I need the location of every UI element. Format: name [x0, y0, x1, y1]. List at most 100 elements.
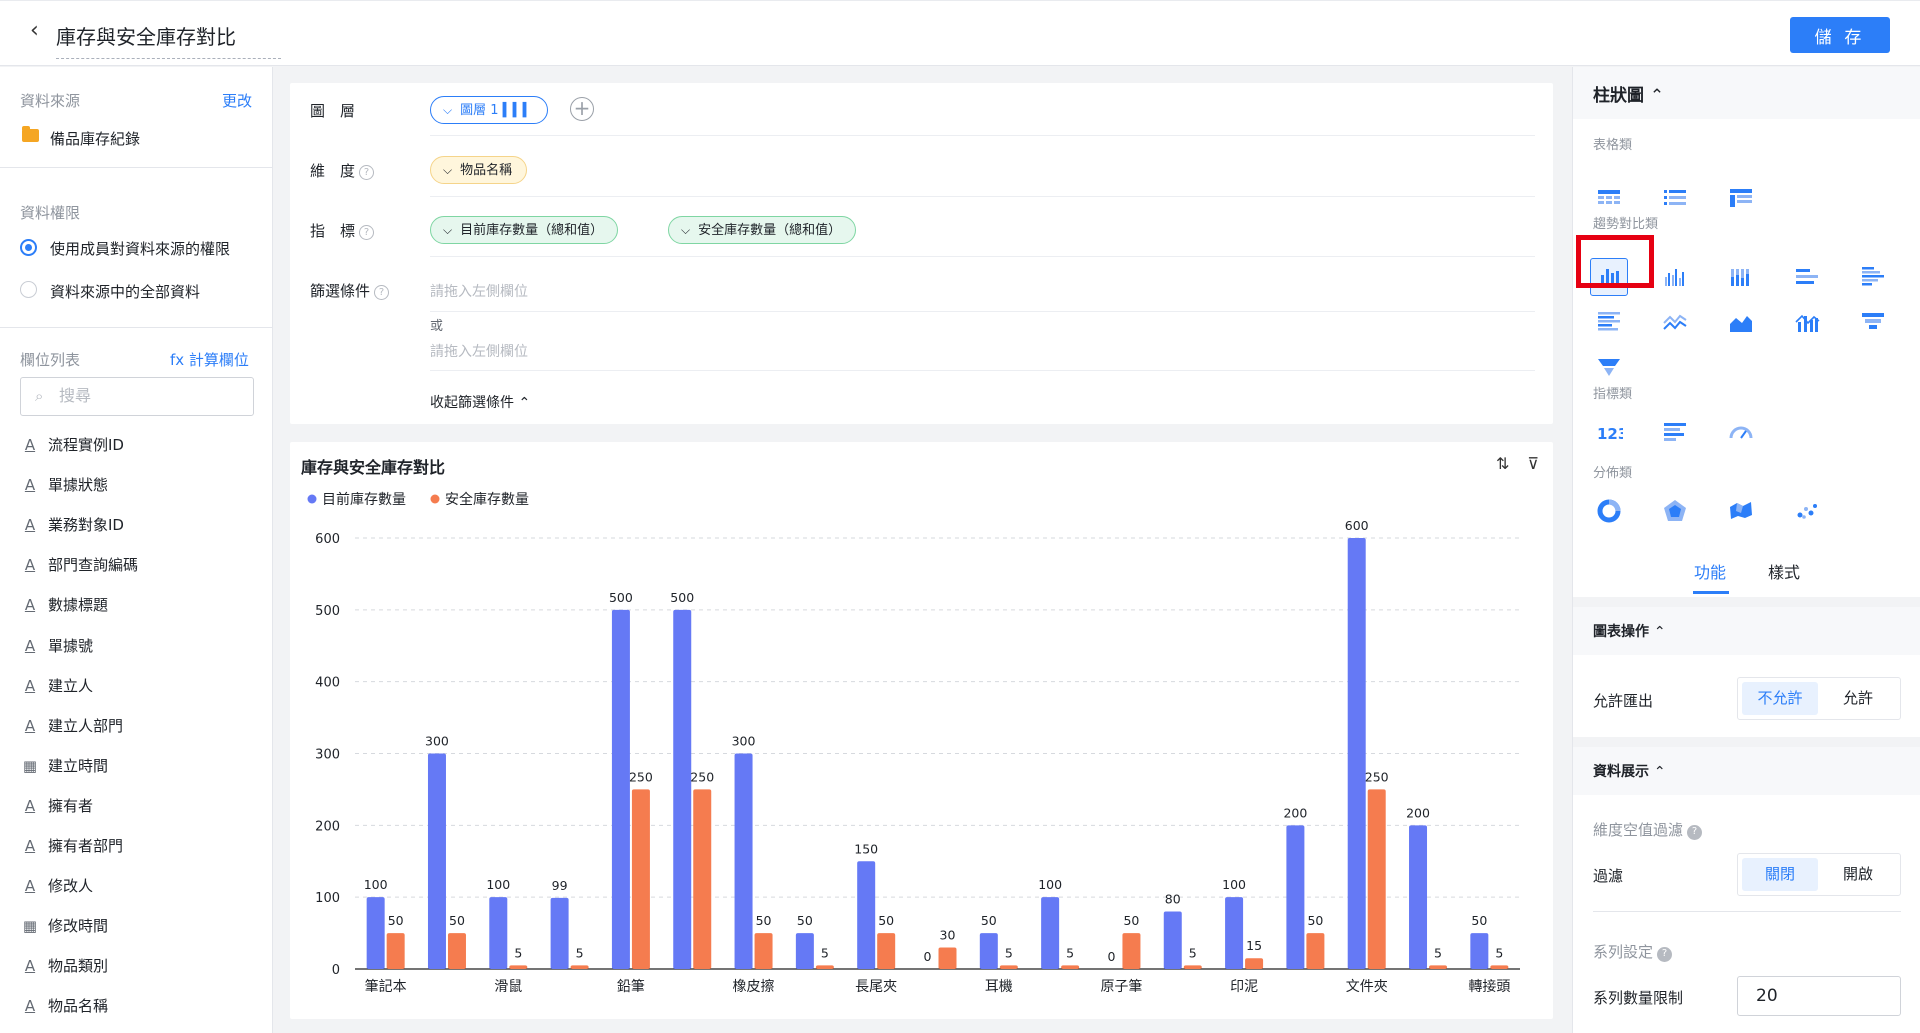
field-item[interactable]: A 建立人	[22, 675, 93, 697]
field-item[interactable]: A 物品名稱	[22, 995, 108, 1017]
data-label: 5	[514, 945, 522, 960]
funnel-2-icon[interactable]	[1590, 348, 1628, 386]
category-distribution: 分佈類	[1593, 466, 1633, 481]
data-label: 300	[425, 734, 449, 749]
section-ops-header[interactable]: 圖表操作 ⌃	[1573, 607, 1920, 655]
add-layer-icon[interactable]: +	[570, 97, 594, 121]
permission-radio-all[interactable]	[20, 281, 37, 298]
field-search[interactable]: ⌕	[20, 377, 254, 416]
chart-type-header[interactable]: 柱狀圖 ⌃	[1573, 67, 1920, 119]
filter-drop-zone-2[interactable]: 請拖入左側欄位	[430, 341, 528, 361]
horizontal-bar-2-icon[interactable]	[1854, 258, 1892, 296]
field-item[interactable]: A 單據號	[22, 635, 93, 657]
pivot-table-icon[interactable]	[1722, 179, 1760, 217]
change-source-link[interactable]: 更改	[222, 90, 252, 111]
field-item[interactable]: A 業務對象ID	[22, 514, 124, 536]
bar	[938, 947, 957, 969]
export-option-disallow[interactable]: 不允許	[1742, 682, 1818, 715]
bar	[1163, 911, 1182, 969]
metric-pill-safety[interactable]: ⌵ 安全庫存數量（總和值）	[668, 216, 857, 244]
metric-pill-current[interactable]: ⌵ 目前庫存數量（總和值）	[430, 216, 619, 244]
permission-option-all[interactable]: 資料來源中的全部資料	[50, 281, 200, 302]
ring-chart-icon[interactable]	[1590, 492, 1628, 530]
field-item[interactable]: ▦ 建立時間	[22, 755, 108, 777]
permission-radio-member[interactable]	[20, 239, 37, 256]
calc-field-link[interactable]: fx 計算欄位	[170, 349, 249, 370]
chevron-down-icon: ⌵	[443, 223, 453, 237]
field-item[interactable]: A 流程實例ID	[22, 434, 124, 456]
dimension-pill[interactable]: ⌵ 物品名稱	[430, 156, 528, 184]
page-title[interactable]: 庫存與安全庫存對比	[56, 21, 281, 59]
permission-option-member[interactable]: 使用成員對資料來源的權限	[50, 238, 230, 259]
section-display-header[interactable]: 資料展示 ⌃	[1573, 747, 1920, 795]
grouped-bar-icon[interactable]	[1656, 258, 1694, 296]
table-chart-icon[interactable]	[1590, 179, 1628, 217]
series-limit-input[interactable]: 20	[1737, 976, 1901, 1016]
collapse-filter-button[interactable]: 收起篩選條件 ⌃	[430, 392, 530, 412]
filter-option-off[interactable]: 關閉	[1742, 858, 1818, 891]
divider	[0, 327, 273, 328]
field-item[interactable]: A 擁有者部門	[22, 835, 123, 857]
filter-drop-zone[interactable]: 請拖入左側欄位	[430, 281, 528, 301]
data-label: 0	[924, 949, 932, 964]
chevron-up-icon: ⌃	[1649, 86, 1665, 106]
data-label: 100	[486, 877, 510, 892]
stacked-bar-icon[interactable]	[1722, 258, 1760, 296]
bar	[795, 933, 814, 969]
horizontal-stack-icon[interactable]	[1590, 303, 1628, 341]
chevron-down-icon: ⌵	[443, 103, 453, 117]
field-item[interactable]: A 物品類別	[22, 955, 108, 977]
field-label: 擁有者	[48, 796, 94, 815]
line-chart-icon[interactable]	[1656, 303, 1694, 341]
gauge-chart-icon[interactable]	[1722, 413, 1760, 451]
save-button[interactable]: 儲 存	[1790, 17, 1890, 53]
metric-pill-label: 安全庫存數量（總和值）	[698, 223, 842, 238]
progress-bar-icon[interactable]	[1656, 413, 1694, 451]
divider	[1573, 737, 1920, 747]
help-icon: ?	[1657, 947, 1673, 962]
text-field-icon: A	[24, 596, 36, 615]
y-tick-label: 100	[315, 891, 340, 906]
tab-function[interactable]: 功能	[1694, 559, 1726, 583]
metric-label: 指 標?	[310, 220, 375, 241]
field-label: 建立人	[48, 676, 94, 695]
bar	[1470, 933, 1489, 969]
funnel-chart-icon[interactable]	[1854, 303, 1892, 341]
bar	[1490, 965, 1509, 969]
data-source-name[interactable]: 備品庫存紀錄	[50, 128, 140, 149]
fields-title: 欄位列表	[20, 351, 81, 369]
horizontal-bar-icon[interactable]	[1788, 258, 1826, 296]
text-field-icon: A	[24, 516, 36, 535]
area-chart-icon[interactable]	[1722, 303, 1760, 341]
bar	[673, 609, 692, 969]
filter-option-on[interactable]: 開啟	[1820, 858, 1896, 891]
bar	[693, 789, 712, 969]
text-field-icon: A	[24, 676, 36, 695]
x-tick-label: 耳機	[985, 979, 1013, 995]
field-item[interactable]: A 建立人部門	[22, 715, 123, 737]
data-label: 5	[1434, 945, 1442, 960]
data-label: 50	[1307, 913, 1323, 928]
field-item[interactable]: A 單據狀態	[22, 474, 108, 496]
legend-marker	[307, 494, 317, 504]
layer-pill[interactable]: ⌵ 圖層 1 ▍▍▍	[430, 96, 548, 124]
field-label: 數據標題	[48, 596, 109, 615]
field-item[interactable]: A 擁有者	[22, 795, 93, 817]
bar	[1306, 933, 1325, 969]
field-item[interactable]: ▦ 修改時間	[22, 915, 108, 937]
export-option-allow[interactable]: 允許	[1820, 682, 1896, 715]
number-card-icon[interactable]: 123	[1590, 413, 1628, 451]
scatter-chart-icon[interactable]	[1788, 492, 1826, 530]
chevron-left-icon[interactable]: ‹	[30, 19, 39, 43]
field-label: 單據號	[48, 636, 94, 655]
field-item[interactable]: A 部門查詢編碼	[22, 554, 138, 576]
field-item[interactable]: A 數據標題	[22, 594, 108, 616]
map-chart-icon[interactable]	[1722, 492, 1760, 530]
search-input[interactable]	[59, 386, 239, 405]
radar-chart-icon[interactable]	[1656, 492, 1694, 530]
list-table-icon[interactable]	[1656, 179, 1694, 217]
data-label: 200	[1406, 805, 1430, 820]
combo-chart-icon[interactable]	[1788, 303, 1826, 341]
field-item[interactable]: A 修改人	[22, 875, 93, 897]
tab-style[interactable]: 樣式	[1768, 559, 1800, 583]
